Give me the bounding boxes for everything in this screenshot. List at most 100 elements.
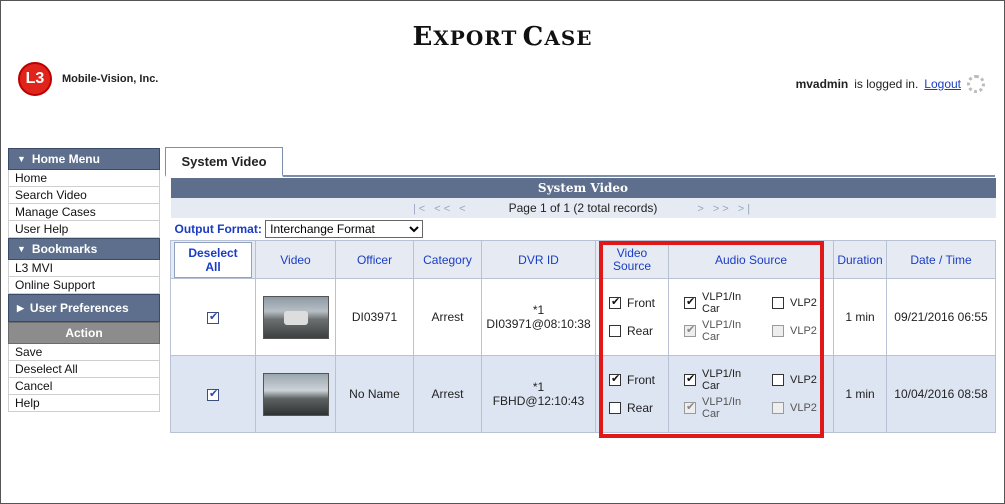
front-checkbox[interactable] — [609, 372, 621, 386]
video-thumbnail[interactable] — [262, 295, 329, 339]
audio-vlp1-label-line1: VLP1/In — [702, 368, 742, 380]
rear-label: Rear — [627, 324, 654, 338]
rear-checkbox[interactable] — [609, 325, 621, 337]
table-caption: System Video — [170, 178, 996, 198]
datetime-cell: 10/04/2016 08:58 — [886, 355, 996, 433]
triangle-right-icon: ▶ — [17, 302, 24, 313]
col-date-time[interactable]: Date / Time — [886, 240, 996, 279]
title-rest: ASE — [544, 26, 593, 50]
action-save[interactable]: Save — [8, 344, 160, 361]
rear-checkbox[interactable] — [609, 402, 621, 414]
dvr-id-cell: *1 DI03971@08:10:38 — [481, 278, 596, 356]
system-video-table: System Video |< << < Page 1 of 1 (2 tota… — [170, 178, 996, 433]
row-select-checkbox[interactable] — [207, 387, 219, 401]
sidebar-item-user-help[interactable]: User Help — [8, 221, 160, 238]
video-source-cell: Front Rear — [595, 355, 669, 433]
audio-vlp2-rear-checkbox — [772, 325, 784, 337]
bookmark-l3-mvi[interactable]: L3 MVI — [8, 260, 160, 277]
user-preferences-label: User Preferences — [29, 301, 129, 315]
tab-bar: System Video — [165, 147, 995, 177]
audio-vlp2-front-checkbox[interactable] — [772, 374, 784, 386]
audio-vlp1-rear-checkbox — [684, 323, 696, 337]
col-duration[interactable]: Duration — [833, 240, 887, 279]
audio-vlp1-rear-label: VLP1/In Car — [702, 396, 741, 420]
audio-vlp1-rear-label-line1: VLP1/In — [702, 396, 742, 408]
col-video-source-line2: Source — [612, 258, 652, 273]
audio-vlp1-rear-label-line1: VLP1/In — [702, 319, 742, 331]
duration-cell: 1 min — [833, 355, 887, 433]
row-select-checkbox[interactable] — [207, 310, 219, 324]
action-label: Action — [65, 326, 103, 340]
logged-in-text: is logged in. — [854, 77, 919, 91]
title-letter: C — [522, 22, 545, 52]
col-category[interactable]: Category — [413, 240, 482, 279]
audio-vlp1-label-line2: Car — [702, 303, 720, 315]
pager-first-prev-buttons[interactable]: |< << < — [413, 203, 469, 215]
col-audio-source: Audio Source — [668, 240, 834, 279]
triangle-down-icon: ▼ — [17, 154, 26, 164]
table-header-row: Deselect All Video Officer Category DVR … — [170, 240, 996, 279]
pager-next-last-buttons[interactable]: > >> >| — [697, 203, 753, 215]
audio-vlp1-label-line2: Car — [702, 380, 720, 392]
category-cell: Arrest — [413, 355, 482, 433]
col-video-source: Video Source — [595, 240, 669, 279]
loading-spinner-icon — [967, 75, 985, 93]
col-video-source-line1: Video — [616, 245, 648, 260]
audio-vlp1-rear-label-line2: Car — [702, 408, 720, 420]
audio-vlp1-front-checkbox[interactable] — [684, 295, 696, 309]
front-checkbox[interactable] — [609, 295, 621, 309]
audio-vlp2-front-checkbox[interactable] — [772, 297, 784, 309]
audio-vlp2-rear-label: VLP2 — [790, 325, 817, 337]
l3-logo-icon: L3 — [18, 62, 52, 96]
user-preferences-header[interactable]: ▶ User Preferences — [8, 294, 160, 322]
audio-vlp1-front-checkbox[interactable] — [684, 372, 696, 386]
audio-vlp2-label: VLP2 — [790, 297, 817, 309]
logout-link[interactable]: Logout — [924, 77, 961, 91]
datetime-cell: 09/21/2016 06:55 — [886, 278, 996, 356]
audio-source-cell: VLP1/InCar VLP2 VLP1/InCar VLP2 — [668, 355, 834, 433]
table-row: DI03971 Arrest *1 DI03971@08:10:38 Front… — [170, 278, 996, 356]
sidebar-item-manage-cases[interactable]: Manage Cases — [8, 204, 160, 221]
triangle-down-icon: ▼ — [17, 244, 26, 254]
output-format-row: Output Format: Interchange Format — [171, 218, 996, 241]
col-video[interactable]: Video — [255, 240, 336, 279]
col-officer[interactable]: Officer — [335, 240, 414, 279]
video-thumbnail[interactable] — [262, 372, 329, 416]
pager-text: Page 1 of 1 (2 total records) — [508, 201, 658, 215]
audio-vlp1-rear-label-line2: Car — [702, 331, 720, 343]
audio-vlp1-rear-checkbox — [684, 400, 696, 414]
action-cancel[interactable]: Cancel — [8, 378, 160, 395]
bookmarks-header[interactable]: ▼ Bookmarks — [8, 238, 160, 260]
title-rest: XPORT — [433, 26, 518, 50]
username: mvadmin — [795, 77, 849, 91]
video-source-cell: Front Rear — [595, 278, 669, 356]
action-header: Action — [8, 322, 160, 344]
company-logo: L3 Mobile-Vision, Inc. — [18, 62, 158, 96]
action-help[interactable]: Help — [8, 395, 160, 412]
category-cell: Arrest — [413, 278, 482, 356]
duration-cell: 1 min — [833, 278, 887, 356]
audio-source-cell: VLP1/InCar VLP2 VLP1/InCar VLP2 — [668, 278, 834, 356]
output-format-select[interactable]: Interchange Format — [265, 220, 424, 238]
dvr-id-line2: FBHD@12:10:43 — [492, 394, 585, 408]
front-label: Front — [627, 296, 656, 310]
deselect-all-header: Deselect All — [170, 240, 256, 279]
audio-vlp1-label: VLP1/In Car — [702, 368, 741, 392]
col-dvr-id[interactable]: DVR ID — [481, 240, 596, 279]
audio-vlp1-label-line1: VLP1/In — [702, 291, 742, 303]
deselect-all-button[interactable]: Deselect All — [174, 241, 252, 278]
sidebar-item-search-video[interactable]: Search Video — [8, 187, 160, 204]
bookmarks-label: Bookmarks — [31, 242, 98, 256]
page-title: EXPORT CASE — [0, 22, 1005, 52]
bookmark-online-support[interactable]: Online Support — [8, 277, 160, 294]
tab-system-video[interactable]: System Video — [165, 147, 283, 177]
action-deselect-all[interactable]: Deselect All — [8, 361, 160, 378]
home-menu-header[interactable]: ▼ Home Menu — [8, 148, 160, 170]
front-label: Front — [627, 373, 656, 387]
dvr-id-line1: *1 — [532, 380, 545, 394]
audio-vlp1-rear-label: VLP1/In Car — [702, 319, 741, 343]
sidebar: ▼ Home Menu Home Search Video Manage Cas… — [8, 148, 160, 412]
officer-cell: No Name — [335, 355, 414, 433]
sidebar-item-home[interactable]: Home — [8, 170, 160, 187]
dvr-id-line2: DI03971@08:10:38 — [486, 317, 591, 331]
